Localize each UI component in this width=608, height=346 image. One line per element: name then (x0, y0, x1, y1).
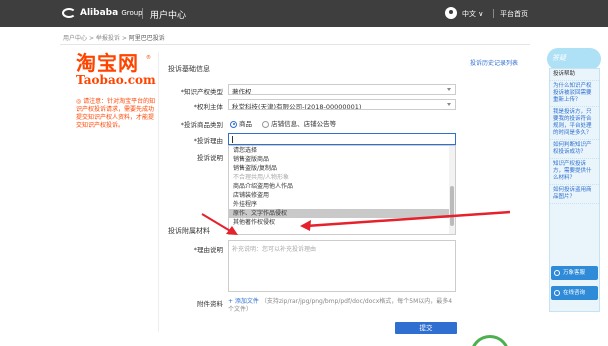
history-link[interactable]: 投诉历史记录列表 (470, 58, 518, 67)
dropdown-option: 不合理共用/人物形象 (233, 174, 290, 181)
breadcrumb: 用户中心 > 举报投诉 > 阿里巴巴投诉 (63, 35, 165, 42)
category-radio-group: 商品 店铺信息、店铺公告等 (230, 118, 344, 128)
reason-textarea[interactable]: 补充说明：您可以补充投诉理由 (228, 240, 456, 292)
attach-row: + 添加文件 （支持zip/rar/jpg/png/bmp/pdf/doc/do… (228, 298, 458, 314)
faq-item[interactable]: 为什么知识产权投诉被驳回需要重新上传？ (550, 81, 599, 107)
faq-item[interactable]: 投诉帮助 (550, 69, 599, 81)
dropdown-option[interactable]: 销售盗版/复制品 (229, 164, 455, 173)
attach-label: 附件资料 (197, 300, 223, 308)
text-caret (232, 136, 233, 143)
section2-title: 投诉附属材料 (168, 227, 210, 235)
add-file-link[interactable]: + 添加文件 (228, 298, 259, 305)
dropdown-option[interactable]: 原作、文字作品侵权 (229, 209, 455, 218)
ip-type-label: *知识产权类型 (180, 88, 223, 96)
registered-mark: ® (146, 55, 151, 61)
dropdown-option[interactable]: 其他著作权侵权 (229, 218, 455, 227)
alibaba-logo-icon[interactable] (62, 8, 76, 18)
reason-input[interactable] (228, 133, 456, 145)
taobao-logo: 淘宝网 Taobao.com (76, 51, 156, 87)
reason-label: *投诉理由 (193, 137, 223, 145)
faq-item[interactable]: 如何投诉盗用商品图片？ (550, 185, 599, 204)
reason-detail-label: *理由说明 (193, 246, 223, 254)
dropdown-list: 请您选择 销售盗版商品 销售盗版/复制品 不合理共用/人物形象 商品介绍盗用他人作品 店铺… (229, 146, 455, 227)
divider (493, 9, 494, 18)
radio-checked-icon (230, 120, 237, 128)
dropdown-option[interactable]: 销售盗版商品 (229, 155, 455, 164)
breadcrumb-item[interactable]: 用户中心 (63, 35, 87, 42)
divider (142, 8, 143, 19)
chat-icon (554, 289, 560, 296)
notice-text: ◎ 请注意：针对淘宝平台的知识产权投诉请求，需要先成功提交知识产权人资料，才能提… (76, 98, 156, 129)
category-label: *投诉商品类别 (180, 121, 223, 129)
submit-button[interactable]: 提交 (395, 322, 457, 334)
dropdown-scrollbar[interactable] (449, 146, 455, 234)
headset-icon (554, 269, 560, 276)
breadcrumb-item[interactable]: 举报投诉 (96, 35, 120, 42)
decorative-arc (470, 335, 510, 346)
holder-select[interactable]: 秋堂科技(天津)有限公司-(2018-00000001) (228, 99, 456, 110)
ip-type-select[interactable]: 著作权 (228, 84, 456, 95)
holder-label: *权利主体 (193, 103, 223, 111)
online-consult-button[interactable]: 在线咨询 (551, 286, 598, 300)
alibaba-logo[interactable]: Alibaba Group (80, 8, 143, 18)
dropdown-option[interactable]: 店铺装修盗用 (229, 191, 455, 200)
page-section-title: 用户中心 (150, 11, 187, 21)
dropdown-option[interactable]: 请您选择 (229, 146, 455, 155)
section-title: 投诉基础信息 (168, 65, 210, 73)
help-cloud-label: 答疑 (552, 54, 566, 62)
avatar-icon[interactable] (445, 7, 457, 19)
dropdown-option[interactable]: 商品介绍盗用他人作品 (229, 182, 455, 191)
faq-item[interactable]: 我是投诉方，只要我的投诉符合规则，平台处理的时间是多久？ (550, 107, 599, 140)
radio-unchecked-icon (262, 120, 270, 128)
divider (60, 44, 530, 45)
faq-list: 投诉帮助 为什么知识产权投诉被驳回需要重新上传？ 我是投诉方，只要我的投诉符合规则，… (550, 69, 599, 204)
attach-hint: （支持zip/rar/jpg/png/bmp/pdf/doc/docx格式，每个… (228, 298, 453, 313)
faq-item[interactable]: 如何判断知识产权投诉成功？ (550, 140, 599, 159)
divider (158, 52, 159, 332)
breadcrumb-current: 阿里巴巴投诉 (128, 35, 165, 42)
dropdown-option[interactable]: 外挂程序 (229, 200, 455, 209)
desc-label: 投诉说明 (197, 154, 223, 162)
service-button[interactable]: 万象客服 (551, 266, 598, 280)
category-radio-goods[interactable]: 商品 (230, 118, 252, 128)
top-bar: Alibaba Group 用户中心 中文 ∨ 平台首页 (0, 0, 608, 27)
category-radio-store[interactable]: 店铺信息、店铺公告等 (262, 118, 336, 128)
faq-item[interactable]: 知识产权投诉方，需要提供什么材料？ (550, 159, 599, 185)
language-selector[interactable]: 中文 ∨ (462, 9, 483, 19)
platform-home-link[interactable]: 平台首页 (500, 9, 528, 19)
scrollbar-thumb[interactable] (450, 186, 454, 226)
reason-dropdown: 请您选择 销售盗版商品 销售盗版/复制品 不合理共用/人物形象 商品介绍盗用他人作品 店铺… (228, 145, 456, 235)
